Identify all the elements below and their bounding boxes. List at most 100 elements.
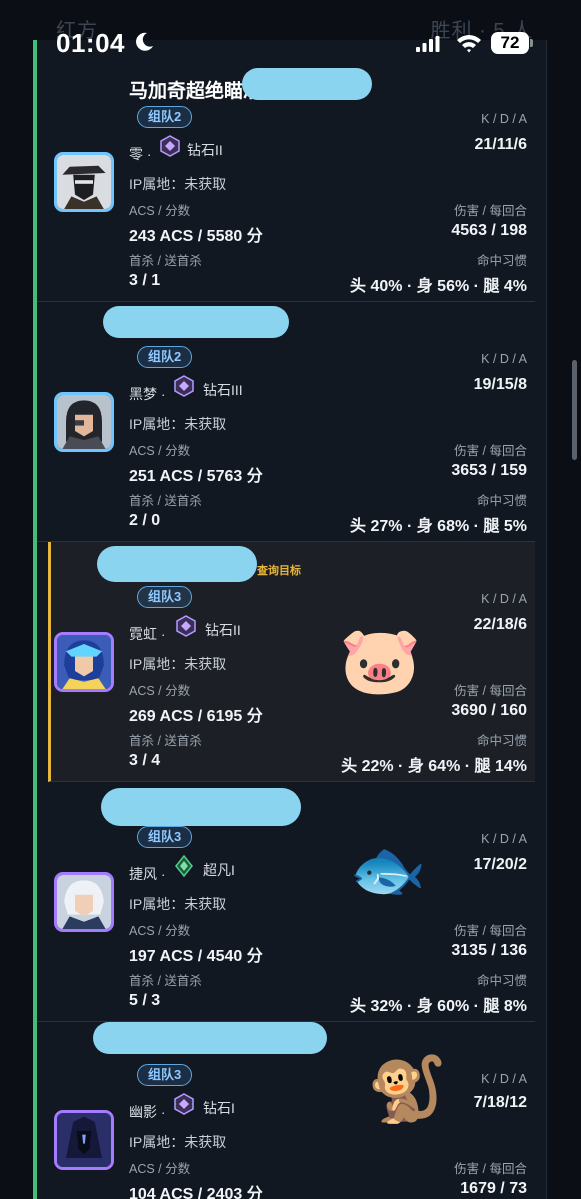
agent-avatar [54,1110,114,1170]
acs-label: ACS / 分数 [129,1162,191,1176]
redaction-blob [93,1022,327,1054]
damage-label: 伤害 / 每回合 [454,684,527,698]
rank-label: 钻石II [187,142,223,158]
diamond-rank-icon [174,1093,194,1115]
damage-label: 伤害 / 每回合 [454,444,527,458]
fish-emoji: 🐟 [349,836,427,905]
ip-location: IP属地：未获取 [129,1134,227,1150]
hit-habit-label: 命中习惯 [476,974,527,988]
kda-label: K / D / A [481,112,527,126]
agent-portrait-icon [57,395,111,449]
team-group-badge: 组队3 [137,1064,193,1086]
agent-portrait-icon [57,875,111,929]
kda-value: 19/15/8 [473,376,527,393]
player-card[interactable]: 组队3 幽影 · 钻石I IP属地：未获取 🐒 K / D / A 7/18/1… [37,1022,535,1199]
damage-value: 1679 / 73 [460,1180,527,1197]
hit-habit-value: 头 27% · 身 68% · 腿 5% [350,518,527,535]
acs-label: ACS / 分数 [129,924,191,938]
hit-habit-label: 命中习惯 [476,494,527,508]
rank-label: 钻石III [203,382,243,398]
damage-label: 伤害 / 每回合 [454,204,527,218]
damage-value: 3653 / 159 [451,462,527,479]
ip-location: IP属地：未获取 [129,896,227,912]
agent-avatar [54,632,114,692]
first-kill-label: 首杀 / 送首杀 [129,254,202,268]
ip-location: IP属地：未获取 [129,176,227,192]
damage-value: 4563 / 198 [451,222,527,239]
redaction-blob [103,306,289,338]
acs-label: ACS / 分数 [129,684,191,698]
first-kill-label: 首杀 / 送首杀 [129,494,202,508]
agent-avatar [54,152,114,212]
agent-avatar [54,392,114,452]
status-bar: 红方 胜利 · 5 人 01:04 72 [0,0,581,60]
acs-value: 243 ACS / 5580 分 [129,228,263,245]
damage-label: 伤害 / 每回合 [454,1162,527,1176]
acs-value: 197 ACS / 4540 分 [129,948,263,965]
agent-name: 黑梦 · [129,386,166,402]
agent-name: 捷风 · [129,866,166,882]
agent-name: 霓虹 · [129,626,166,642]
clock: 01:04 [56,28,125,58]
team-group-badge: 组队2 [137,346,193,368]
agent-name: 零 · [129,146,152,162]
rank-label: 超凡I [203,862,235,878]
player-card[interactable]: 组队2 黑梦 · 钻石III IP属地：未获取 K / D / A 19/15/… [37,302,535,542]
first-kill-value: 3 / 4 [129,752,161,769]
redaction-blob [97,546,257,582]
kda-label: K / D / A [481,1072,527,1086]
hit-habit-value: 头 40% · 身 56% · 腿 4% [350,278,527,295]
scrollbar-thumb[interactable] [572,360,577,460]
acs-value: 251 ACS / 5763 分 [129,468,263,485]
kda-value: 17/20/2 [473,856,527,873]
player-card[interactable]: 组队3 捷风 · 超凡I IP属地：未获取 🐟 K / D / A 17/20/… [37,782,535,1022]
redaction-blob [101,788,301,826]
kda-label: K / D / A [481,352,527,366]
kda-value: 21/11/6 [474,136,528,153]
player-card-highlighted[interactable]: 查询目标 组队3 霓虹 · 钻石II IP属地：未获取 🐷 K / D / A … [48,542,535,782]
kda-label: K / D / A [481,832,527,846]
monkey-emoji: 🐒 [367,1053,447,1125]
cellular-signal-icon [416,36,440,52]
rank-label: 钻石II [205,622,241,638]
agent-avatar [54,872,114,932]
hit-habit-value: 头 32% · 身 60% · 腿 8% [350,998,527,1015]
moon-icon [136,32,153,51]
damage-value: 3690 / 160 [451,702,527,719]
acs-value: 269 ACS / 6195 分 [129,708,263,725]
player-card[interactable]: 马加奇超绝瞄准 组队2 零 · 钻石II IP属地：未获取 K / D / A … [37,62,535,302]
battery-tip [530,39,533,47]
first-kill-label: 首杀 / 送首杀 [129,974,202,988]
first-kill-value: 3 / 1 [129,272,161,289]
ascendant-rank-icon [175,855,193,877]
ip-location: IP属地：未获取 [129,656,227,672]
wifi-icon [457,35,481,53]
agent-name: 幽影 · [129,1104,166,1120]
pig-emoji: 🐷 [339,623,422,697]
agent-portrait-icon [57,1113,111,1167]
agent-portrait-icon [57,635,111,689]
diamond-rank-icon [160,135,180,157]
hit-habit-value: 头 22% · 身 64% · 腿 14% [341,758,527,775]
agent-portrait-icon [57,155,111,209]
team-group-badge: 组队3 [137,826,193,848]
rank-label: 钻石I [203,1100,235,1116]
acs-label: ACS / 分数 [129,444,191,458]
damage-value: 3135 / 136 [451,942,527,959]
kda-value: 7/18/12 [473,1094,527,1111]
acs-value: 104 ACS / 2403 分 [129,1186,263,1199]
first-kill-value: 5 / 3 [129,992,161,1009]
team-group-badge: 组队2 [137,106,193,128]
first-kill-label: 首杀 / 送首杀 [129,734,202,748]
query-target-tag[interactable]: 查询目标 [257,562,301,578]
diamond-rank-icon [174,375,194,397]
hit-habit-label: 命中习惯 [476,254,527,268]
diamond-rank-icon [176,615,196,637]
kda-label: K / D / A [481,592,527,606]
acs-label: ACS / 分数 [129,204,191,218]
first-kill-value: 2 / 0 [129,512,161,529]
hit-habit-label: 命中习惯 [476,734,527,748]
ip-location: IP属地：未获取 [129,416,227,432]
battery-indicator: 72 [491,32,529,54]
redaction-blob [242,68,372,100]
